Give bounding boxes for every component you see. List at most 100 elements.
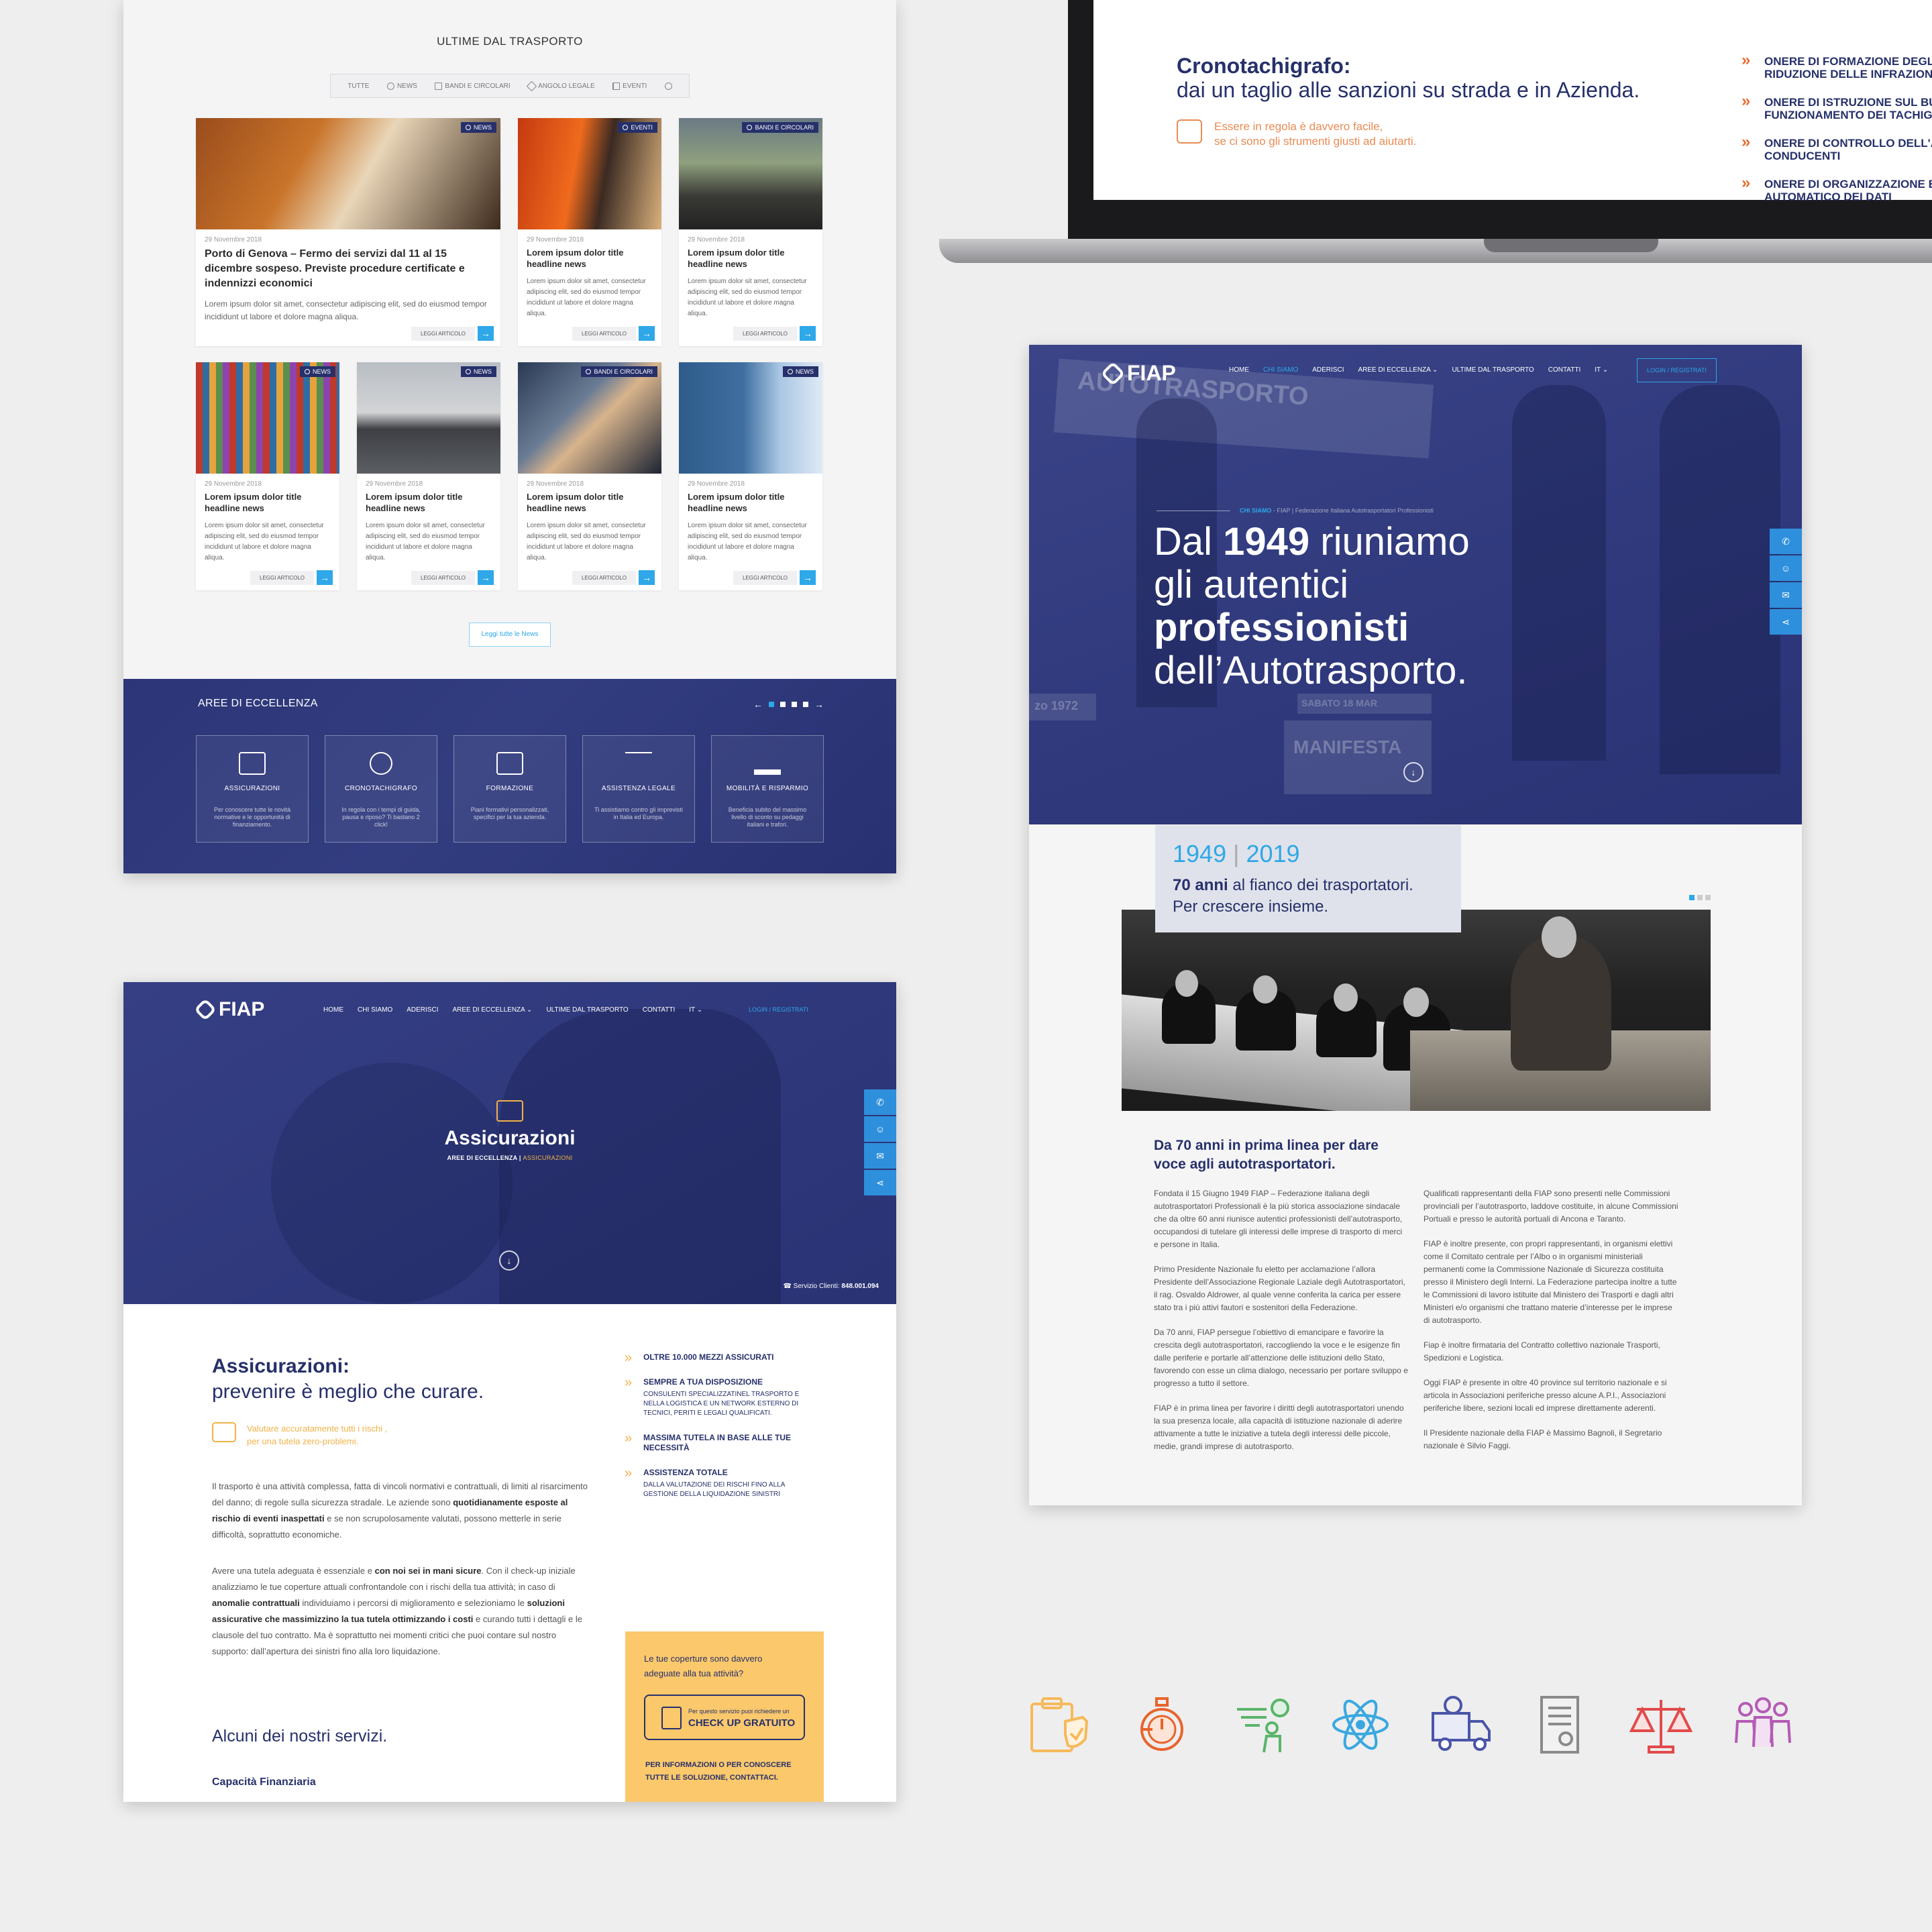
carousel-dot[interactable] [1705,895,1711,900]
photo-carousel-dots [1689,895,1711,900]
mail-icon[interactable]: ✉ [1770,582,1802,608]
news-title[interactable]: Lorem ipsum dolor title headline news [527,247,653,270]
arrow-right-icon[interactable]: → [639,326,655,341]
double-chevron-icon: » [625,1466,632,1481]
filter-bandi[interactable]: BANDI E CIRCOLARI [435,82,511,90]
login-button[interactable]: LOGIN / REGISTRATI [739,1001,818,1018]
filter-eventi[interactable]: EVENTI [612,82,647,90]
atom-icon [1332,1699,1389,1750]
checkup-button[interactable]: Per questo servizio puoi richiedere un C… [644,1695,805,1740]
nav-lang[interactable]: IT ⌄ [689,1006,702,1014]
nav-ultime[interactable]: ULTIME DAL TRASPORTO [546,1006,628,1014]
share-icon[interactable]: ⋖ [1770,609,1802,635]
carousel-dot[interactable] [792,702,797,707]
arrow-right-icon[interactable]: → [800,326,816,341]
user-icon[interactable]: ☺ [1770,555,1802,581]
share-icon[interactable]: ⋖ [864,1170,896,1195]
double-chevron-icon: » [625,1350,632,1365]
carousel-dot[interactable] [1689,895,1695,900]
insurance-shield-icon [496,1100,523,1122]
nav-ultime[interactable]: ULTIME DAL TRASPORTO [1452,366,1534,374]
area-card-mobilita[interactable]: MOBILITÀ E RISPARMIO Beneficia subito de… [711,735,824,843]
globe-icon [466,125,471,130]
news-title[interactable]: Lorem ipsum dolor title headline news [205,491,331,514]
scroll-down-icon[interactable]: ↓ [499,1250,519,1271]
arrow-right-icon[interactable]: → [478,570,494,585]
flag-icon [612,82,621,90]
onere-item: »ONERE DI CONTROLLO DELL'ATTCONDUCENTI [1741,133,1932,163]
news-card[interactable]: NEWS 29 Novembre 2018 Lorem ipsum dolor … [196,362,339,590]
chi-subheading: Da 70 anni in prima linea per dare voce a… [1154,1138,1379,1172]
filter-legale[interactable]: ANGOLO LEGALE [526,80,595,91]
chi-text-col-2: Qualificati rappresentanti della FIAP so… [1424,1189,1678,1450]
area-card-assistenza-legale[interactable]: ASSISTENZA LEGALE Ti assistiamo contro g… [582,735,695,843]
nav-chi-siamo[interactable]: CHI SIAMO [358,1006,392,1014]
phone-icon[interactable]: ✆ [864,1089,896,1115]
nav-home[interactable]: HOME [1229,366,1249,374]
nav-aderisci[interactable]: ADERISCI [1312,366,1344,374]
news-image [357,362,500,474]
nav-contatti[interactable]: CONTATTI [643,1006,676,1014]
news-card[interactable]: EVENTI 29 Novembre 2018 Lorem ipsum dolo… [518,118,661,346]
checkup-cta-box: Le tue coperture sono davvero adeguate al… [625,1631,824,1802]
feature-item: » OLTRE 10.000 MEZZI ASSICURATI [625,1350,774,1365]
news-date: 29 Novembre 2018 [205,480,262,488]
all-news-button[interactable]: Leggi tutte le News [469,623,551,647]
news-card[interactable]: BANDI E CIRCOLARI 29 Novembre 2018 Lorem… [518,362,661,590]
laptop-screen: Cronotachigrafo: dai un taglio alle sanz… [1068,0,1932,239]
carousel-dot[interactable] [769,702,774,707]
arrow-left-icon[interactable]: ← [753,699,763,710]
news-title[interactable]: Porto di Genova – Fermo dei servizi dal … [205,247,492,291]
read-article-button[interactable]: LEGGI ARTICOLO [411,327,475,341]
read-article-button[interactable]: LEGGI ARTICOLO [572,327,636,341]
laptop-base [939,239,1932,263]
news-card[interactable]: NEWS 29 Novembre 2018 Lorem ipsum dolor … [679,362,822,590]
read-article-button[interactable]: LEGGI ARTICOLO [572,571,636,585]
fiap-logo[interactable]: FIAP [1100,361,1176,386]
arrow-right-icon[interactable]: → [639,570,655,585]
news-title[interactable]: Lorem ipsum dolor title headline news [527,491,653,514]
read-article-button[interactable]: LEGGI ARTICOLO [733,571,797,585]
nav-aree[interactable]: AREE DI ECCELLENZA ⌄ [452,1006,532,1014]
filter-all[interactable]: TUTTE [347,83,369,90]
area-card-formazione[interactable]: FORMAZIONE Piani formativi personalizzat… [453,735,566,843]
nav-lang[interactable]: IT ⌄ [1595,366,1608,374]
login-button[interactable]: LOGIN / REGISTRATI [1637,358,1717,382]
news-card[interactable]: NEWS 29 Novembre 2018 Lorem ipsum dolor … [357,362,500,590]
read-article-button[interactable]: LEGGI ARTICOLO [250,571,314,585]
nav-home[interactable]: HOME [323,1006,343,1014]
news-title[interactable]: Lorem ipsum dolor title headline news [366,491,492,514]
nav-aree[interactable]: AREE DI ECCELLENZA ⌄ [1358,366,1438,374]
fiap-logo[interactable]: FIAP [194,998,264,1021]
area-card-assicurazioni[interactable]: ASSICURAZIONI Per conoscere tutte le nov… [196,735,309,843]
ass-heading: Assicurazioni: prevenire è meglio che cur… [212,1355,484,1403]
filter-news[interactable]: NEWS [386,82,417,90]
nav-chi-siamo[interactable]: CHI SIAMO [1263,366,1298,374]
area-card-cronotachigrafo[interactable]: CRONOTACHIGRAFO In regola con i tempi di… [325,735,437,843]
scroll-down-icon[interactable]: ↓ [1403,762,1424,782]
nav-contatti[interactable]: CONTATTI [1548,366,1581,374]
news-title[interactable]: Lorem ipsum dolor title headline news [688,247,814,270]
read-article-button[interactable]: LEGGI ARTICOLO [733,327,797,341]
arrow-right-icon[interactable]: → [478,326,494,341]
scales-justice-icon [1629,1700,1693,1754]
arrow-right-icon[interactable]: → [800,570,816,585]
news-card[interactable]: BANDI E CIRCOLARI 29 Novembre 2018 Lorem… [679,118,822,346]
feature-item: » SEMPRE A TUA DISPOSIZIONE CONSULENTI SPE… [625,1375,800,1417]
news-title[interactable]: Lorem ipsum dolor title headline news [688,491,814,514]
arrow-right-icon[interactable]: → [814,699,824,710]
news-excerpt: Lorem ipsum dolor sit amet, consectetur … [688,278,807,317]
carousel-dot[interactable] [803,702,808,707]
nav-aderisci[interactable]: ADERISCI [407,1006,438,1014]
news-card-featured[interactable]: NEWS 29 Novembre 2018 Porto di Genova – … [196,118,500,346]
phone-icon[interactable]: ✆ [1770,529,1802,554]
arrow-right-icon[interactable]: → [317,570,333,585]
cta-question: Le tue coperture sono davvero adeguate al… [644,1654,763,1678]
read-article-button[interactable]: LEGGI ARTICOLO [411,571,475,585]
carousel-dot[interactable] [780,702,786,707]
breadcrumb: AREE DI ECCELLENZA | ASSICURAZIONI [447,1155,573,1161]
aree-eccellenza-section: AREE DI ECCELLENZA ← → ASSICURAZIONI Per… [123,679,896,873]
double-chevron-icon: » [1741,51,1751,69]
carousel-dot[interactable] [1697,895,1703,900]
search-icon[interactable] [664,82,672,90]
